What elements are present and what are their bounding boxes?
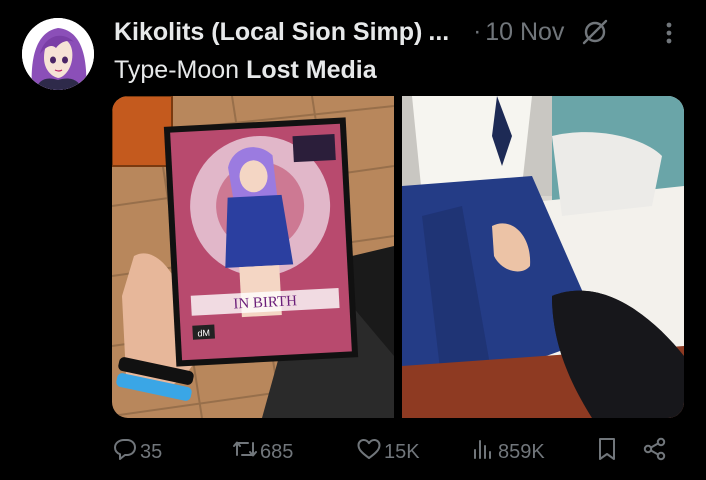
community-link[interactable]: Lost Media xyxy=(246,56,377,85)
media-grid: IN BIRTH dM xyxy=(112,96,684,418)
dvd-cover-title: IN BIRTH xyxy=(233,293,298,312)
author-avatar[interactable] xyxy=(22,18,94,90)
views-button[interactable]: 859K xyxy=(470,434,545,470)
speech-bubble-icon xyxy=(112,436,138,468)
more-vertical-icon[interactable] xyxy=(655,18,683,48)
post[interactable]: Kikolits (Local Sion Simp) ... · 10 Nov … xyxy=(0,0,706,480)
bookmark-icon xyxy=(594,436,620,468)
repost-arrows-icon xyxy=(232,436,258,468)
like-button[interactable]: 15K xyxy=(356,434,420,470)
bar-chart-icon xyxy=(470,436,496,468)
share-button[interactable] xyxy=(642,434,668,470)
heart-icon xyxy=(356,436,382,468)
community-prefix: Type-Moon xyxy=(114,55,240,84)
dvd-cover-corner-text: dM xyxy=(197,328,210,339)
reply-button[interactable]: 35 xyxy=(112,434,162,470)
slash-circle-icon[interactable] xyxy=(580,17,610,47)
action-bar: 35 685 15K 859K xyxy=(112,434,684,470)
view-count: 859K xyxy=(498,440,545,463)
repost-count: 685 xyxy=(260,440,294,463)
name-truncation: ... xyxy=(428,17,450,46)
bookmark-button[interactable] xyxy=(594,434,620,470)
repost-button[interactable]: 685 xyxy=(232,434,293,470)
separator-dot: · xyxy=(473,18,482,45)
cosplay-photo[interactable] xyxy=(402,96,684,418)
dvd-cover-photo[interactable]: IN BIRTH dM xyxy=(112,96,394,418)
like-count: 15K xyxy=(384,440,420,463)
author-display-name[interactable]: Kikolits (Local Sion Simp) xyxy=(114,18,422,47)
reply-count: 35 xyxy=(140,440,163,463)
share-icon xyxy=(642,436,668,468)
post-timestamp[interactable]: 10 Nov xyxy=(485,18,564,47)
